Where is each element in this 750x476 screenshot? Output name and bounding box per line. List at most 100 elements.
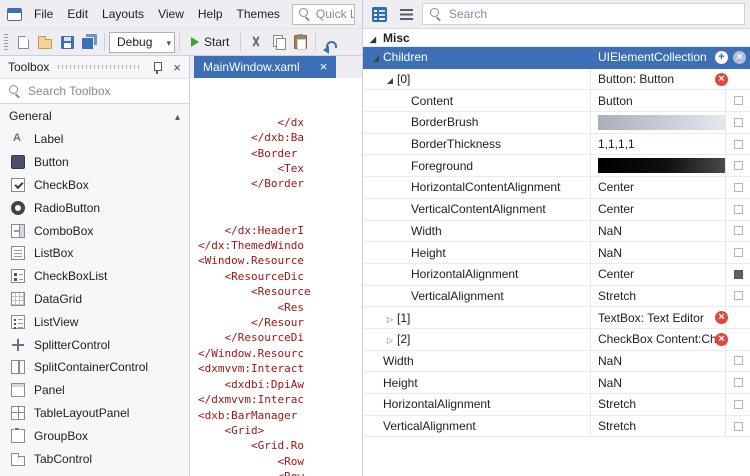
toolbox-item-label[interactable]: Label xyxy=(0,128,189,151)
property-marker[interactable] xyxy=(734,356,743,365)
property-row-width[interactable]: WidthNaN xyxy=(363,351,750,373)
menu-item-file[interactable]: File xyxy=(27,0,60,28)
menu-item-help[interactable]: Help xyxy=(191,0,230,28)
toolbox-item-datagrid[interactable]: DataGrid xyxy=(0,288,189,311)
collapse-icon[interactable] xyxy=(369,50,383,64)
property-marker[interactable] xyxy=(734,161,743,170)
toolbox-category-general[interactable]: General xyxy=(0,104,189,128)
property-row-children[interactable]: ChildrenUIElementCollection xyxy=(363,47,750,69)
open-file-button[interactable] xyxy=(34,31,56,53)
property-value-cell[interactable]: Center xyxy=(591,264,726,285)
toolbox-item-panel[interactable]: Panel xyxy=(0,379,189,402)
property-value-cell[interactable]: Stretch xyxy=(591,416,726,437)
code-editor[interactable]: </dx </dxb:Ba <Border <Tex </Border </dx… xyxy=(190,78,362,476)
property-value-cell[interactable]: 1,1,1,1 xyxy=(591,134,726,155)
property-value-cell[interactable]: Button xyxy=(591,90,726,111)
property-row-0[interactable]: [0]Button: Button xyxy=(363,69,750,91)
property-marker[interactable] xyxy=(734,226,743,235)
menu-item-layouts[interactable]: Layouts xyxy=(95,0,151,28)
tab-mainwindow-xaml[interactable]: MainWindow.xaml xyxy=(194,56,336,78)
property-value-cell[interactable]: TextBox: Text Editor xyxy=(591,307,726,328)
property-row-content[interactable]: ContentButton xyxy=(363,90,750,112)
undo-button[interactable] xyxy=(320,31,342,53)
property-marker[interactable] xyxy=(734,140,743,149)
property-marker[interactable] xyxy=(734,248,743,257)
copy-button[interactable] xyxy=(267,31,289,53)
property-marker[interactable] xyxy=(734,291,743,300)
save-all-button[interactable] xyxy=(78,31,100,53)
property-row-width[interactable]: WidthNaN xyxy=(363,221,750,243)
toolbox-item-combobox[interactable]: ComboBox xyxy=(0,219,189,242)
delete-item-icon[interactable] xyxy=(715,311,728,324)
property-marker[interactable] xyxy=(734,378,743,387)
start-debug-button[interactable]: Start xyxy=(184,31,236,53)
property-value-cell[interactable] xyxy=(591,155,726,176)
property-value-cell[interactable]: Button: Button xyxy=(591,69,726,90)
black-swatch[interactable] xyxy=(598,158,725,173)
pin-button[interactable] xyxy=(149,59,165,75)
toolbox-search-box[interactable]: Search Toolbox xyxy=(0,78,189,104)
close-tab-icon[interactable] xyxy=(320,60,328,74)
toolbox-item-radiobutton[interactable]: RadioButton xyxy=(0,196,189,219)
property-value-cell[interactable]: NaN xyxy=(591,372,726,393)
toolbox-item-splitcontainercontrol[interactable]: SplitContainerControl xyxy=(0,356,189,379)
property-marker[interactable] xyxy=(734,205,743,214)
property-row-horizontalalignment[interactable]: HorizontalAlignmentCenter xyxy=(363,264,750,286)
gray-gradient-swatch[interactable] xyxy=(598,115,725,130)
expand-icon[interactable] xyxy=(383,311,397,325)
property-value-cell[interactable]: NaN xyxy=(591,242,726,263)
categorized-view-button[interactable] xyxy=(368,3,390,25)
property-row-2[interactable]: [2]CheckBox Content:Ch... xyxy=(363,329,750,351)
property-row-verticalalignment[interactable]: VerticalAlignmentStretch xyxy=(363,416,750,438)
property-marker[interactable] xyxy=(734,422,743,431)
property-value-cell[interactable]: CheckBox Content:Ch... xyxy=(591,329,726,350)
property-value-cell[interactable]: NaN xyxy=(591,351,726,372)
property-row-verticalcontentalignment[interactable]: VerticalContentAlignmentCenter xyxy=(363,199,750,221)
delete-item-icon[interactable] xyxy=(715,73,728,86)
property-value-cell[interactable]: Center xyxy=(591,199,726,220)
menu-item-edit[interactable]: Edit xyxy=(60,0,95,28)
property-value-cell[interactable]: Center xyxy=(591,177,726,198)
save-button[interactable] xyxy=(56,31,78,53)
properties-search-box[interactable]: Search xyxy=(422,3,745,25)
toolbox-item-listview[interactable]: ListView xyxy=(0,310,189,333)
property-value-cell[interactable] xyxy=(591,112,726,133)
toolbox-titlebar[interactable]: Toolbox xyxy=(0,56,189,78)
expand-icon[interactable] xyxy=(383,332,397,346)
property-value-cell[interactable]: UIElementCollection xyxy=(591,47,726,68)
property-value-cell[interactable]: Stretch xyxy=(591,286,726,307)
property-marker[interactable] xyxy=(734,400,743,409)
cut-button[interactable] xyxy=(245,31,267,53)
paste-button[interactable] xyxy=(289,31,311,53)
configuration-dropdown[interactable]: Debug xyxy=(109,32,175,53)
alphabetical-view-button[interactable] xyxy=(395,3,417,25)
property-value-cell[interactable]: NaN xyxy=(591,221,726,242)
collapse-icon[interactable] xyxy=(383,72,397,86)
toolbar-grip[interactable] xyxy=(4,34,8,50)
toolbox-item-groupbox[interactable]: GroupBox xyxy=(0,424,189,447)
property-marker[interactable] xyxy=(734,183,743,192)
toolbox-item-tablelayoutpanel[interactable]: TableLayoutPanel xyxy=(0,402,189,425)
add-item-icon[interactable] xyxy=(715,51,728,64)
property-row-horizontalalignment[interactable]: HorizontalAlignmentStretch xyxy=(363,394,750,416)
menu-item-themes[interactable]: Themes xyxy=(230,0,287,28)
property-marker[interactable] xyxy=(734,270,743,279)
property-row-verticalalignment[interactable]: VerticalAlignmentStretch xyxy=(363,286,750,308)
close-toolbox-button[interactable] xyxy=(169,60,185,75)
property-marker[interactable] xyxy=(734,96,743,105)
toolbox-item-splittercontrol[interactable]: SplitterControl xyxy=(0,333,189,356)
property-marker[interactable] xyxy=(734,118,743,127)
property-value-cell[interactable]: Stretch xyxy=(591,394,726,415)
property-row-1[interactable]: [1]TextBox: Text Editor xyxy=(363,307,750,329)
property-row-horizontalcontentalignment[interactable]: HorizontalContentAlignmentCenter xyxy=(363,177,750,199)
property-row-height[interactable]: HeightNaN xyxy=(363,372,750,394)
menu-item-view[interactable]: View xyxy=(151,0,191,28)
toolbox-item-button[interactable]: Button xyxy=(0,151,189,174)
property-row-borderthickness[interactable]: BorderThickness1,1,1,1 xyxy=(363,134,750,156)
toolbox-item-checkbox[interactable]: CheckBox xyxy=(0,174,189,197)
new-file-button[interactable] xyxy=(12,31,34,53)
property-row-borderbrush[interactable]: BorderBrush xyxy=(363,112,750,134)
delete-item-icon[interactable] xyxy=(715,333,728,346)
quick-launch-box[interactable]: Quick Launch xyxy=(292,4,355,25)
category-misc[interactable]: Misc xyxy=(363,29,750,47)
